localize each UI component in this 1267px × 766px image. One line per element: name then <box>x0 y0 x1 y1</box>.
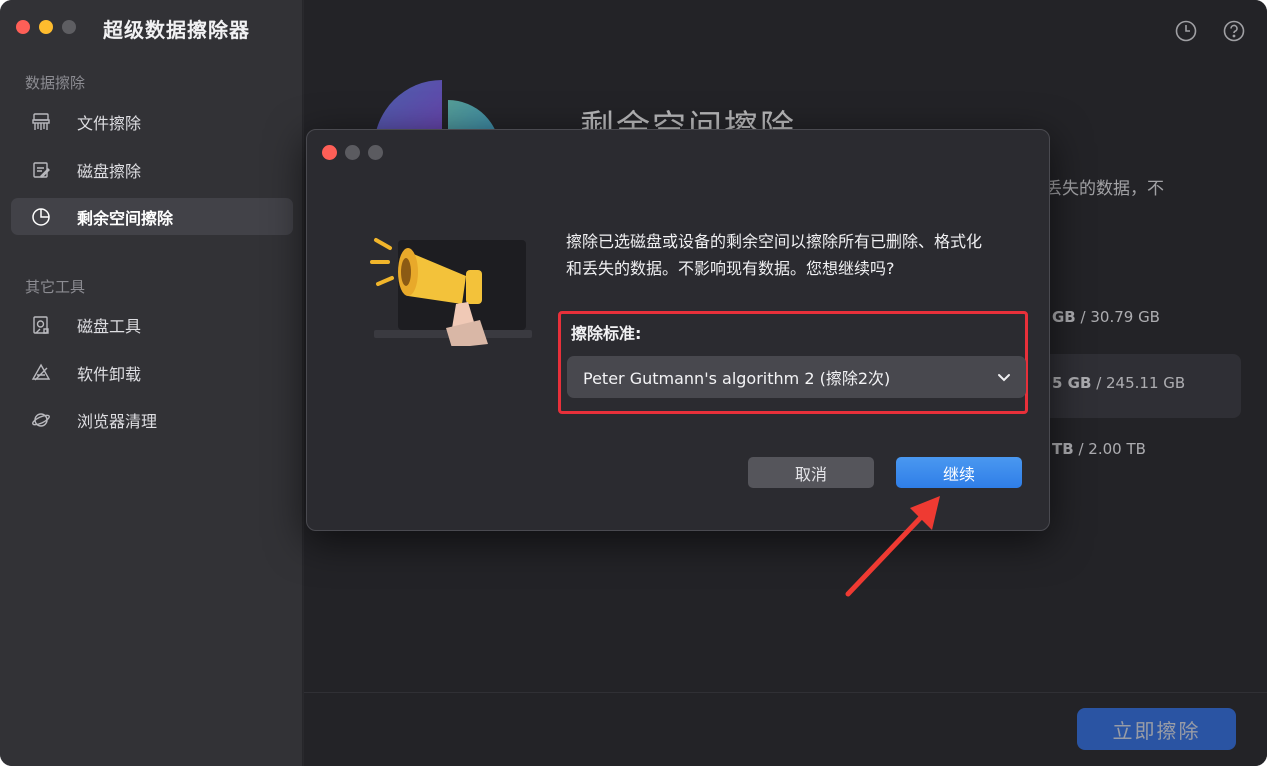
sidebar-item-browser-clean[interactable]: 浏览器清理 <box>11 401 293 438</box>
dialog-message: 擦除已选磁盘或设备的剩余空间以擦除所有已删除、格式化和丢失的数据。不影响现有数据… <box>566 232 983 278</box>
sidebar-item-label: 浏览器清理 <box>77 411 158 431</box>
sidebar-item-label: 磁盘工具 <box>77 316 142 336</box>
sidebar-item-free-space-erase[interactable]: 剩余空间擦除 <box>11 198 293 235</box>
shredder-icon <box>31 112 51 132</box>
sidebar: 超级数据擦除器 数据擦除 文件擦除 磁盘擦除 剩余空间擦除 其它工具 磁盘工具 … <box>0 0 303 766</box>
erase-standard-select[interactable]: Peter Gutmann's algorithm 2 (擦除2次) <box>567 356 1026 398</box>
minimize-button[interactable] <box>39 20 53 34</box>
section-title-data-erase: 数据擦除 <box>25 74 86 92</box>
sidebar-item-disk-tools[interactable]: 磁盘工具 <box>11 306 293 343</box>
disk-tools-icon <box>31 315 51 335</box>
sidebar-item-label: 剩余空间擦除 <box>77 208 174 228</box>
app-title: 超级数据擦除器 <box>103 18 250 42</box>
dialog-window-controls <box>322 145 383 160</box>
dialog-zoom-button <box>368 145 383 160</box>
select-value: Peter Gutmann's algorithm 2 (擦除2次) <box>583 369 891 388</box>
dialog-minimize-button <box>345 145 360 160</box>
megaphone-illustration <box>370 206 535 348</box>
confirm-dialog: 擦除已选磁盘或设备的剩余空间以擦除所有已删除、格式化和丢失的数据。不影响现有数据… <box>306 129 1050 531</box>
uninstall-icon <box>31 363 51 383</box>
annotation-arrow-icon <box>840 490 950 600</box>
continue-button[interactable]: 继续 <box>896 457 1022 488</box>
pie-chart-icon <box>31 207 51 227</box>
chevron-down-icon <box>996 369 1012 385</box>
sidebar-item-disk-erase[interactable]: 磁盘擦除 <box>11 151 293 188</box>
browser-icon <box>31 410 51 430</box>
cancel-button[interactable]: 取消 <box>748 457 874 488</box>
disk-erase-icon <box>31 160 51 180</box>
erase-standard-label: 擦除标准: <box>571 324 642 343</box>
app-window: 超级数据擦除器 数据擦除 文件擦除 磁盘擦除 剩余空间擦除 其它工具 磁盘工具 … <box>0 0 1267 766</box>
close-button[interactable] <box>16 20 30 34</box>
window-controls <box>16 20 76 34</box>
sidebar-item-uninstall[interactable]: 软件卸载 <box>11 354 293 391</box>
sidebar-item-label: 磁盘擦除 <box>77 161 142 181</box>
sidebar-item-label: 文件擦除 <box>77 113 142 133</box>
dialog-close-button[interactable] <box>322 145 337 160</box>
section-title-other-tools: 其它工具 <box>25 278 86 296</box>
zoom-button[interactable] <box>62 20 76 34</box>
sidebar-item-file-erase[interactable]: 文件擦除 <box>11 103 293 140</box>
sidebar-item-label: 软件卸载 <box>77 364 142 384</box>
